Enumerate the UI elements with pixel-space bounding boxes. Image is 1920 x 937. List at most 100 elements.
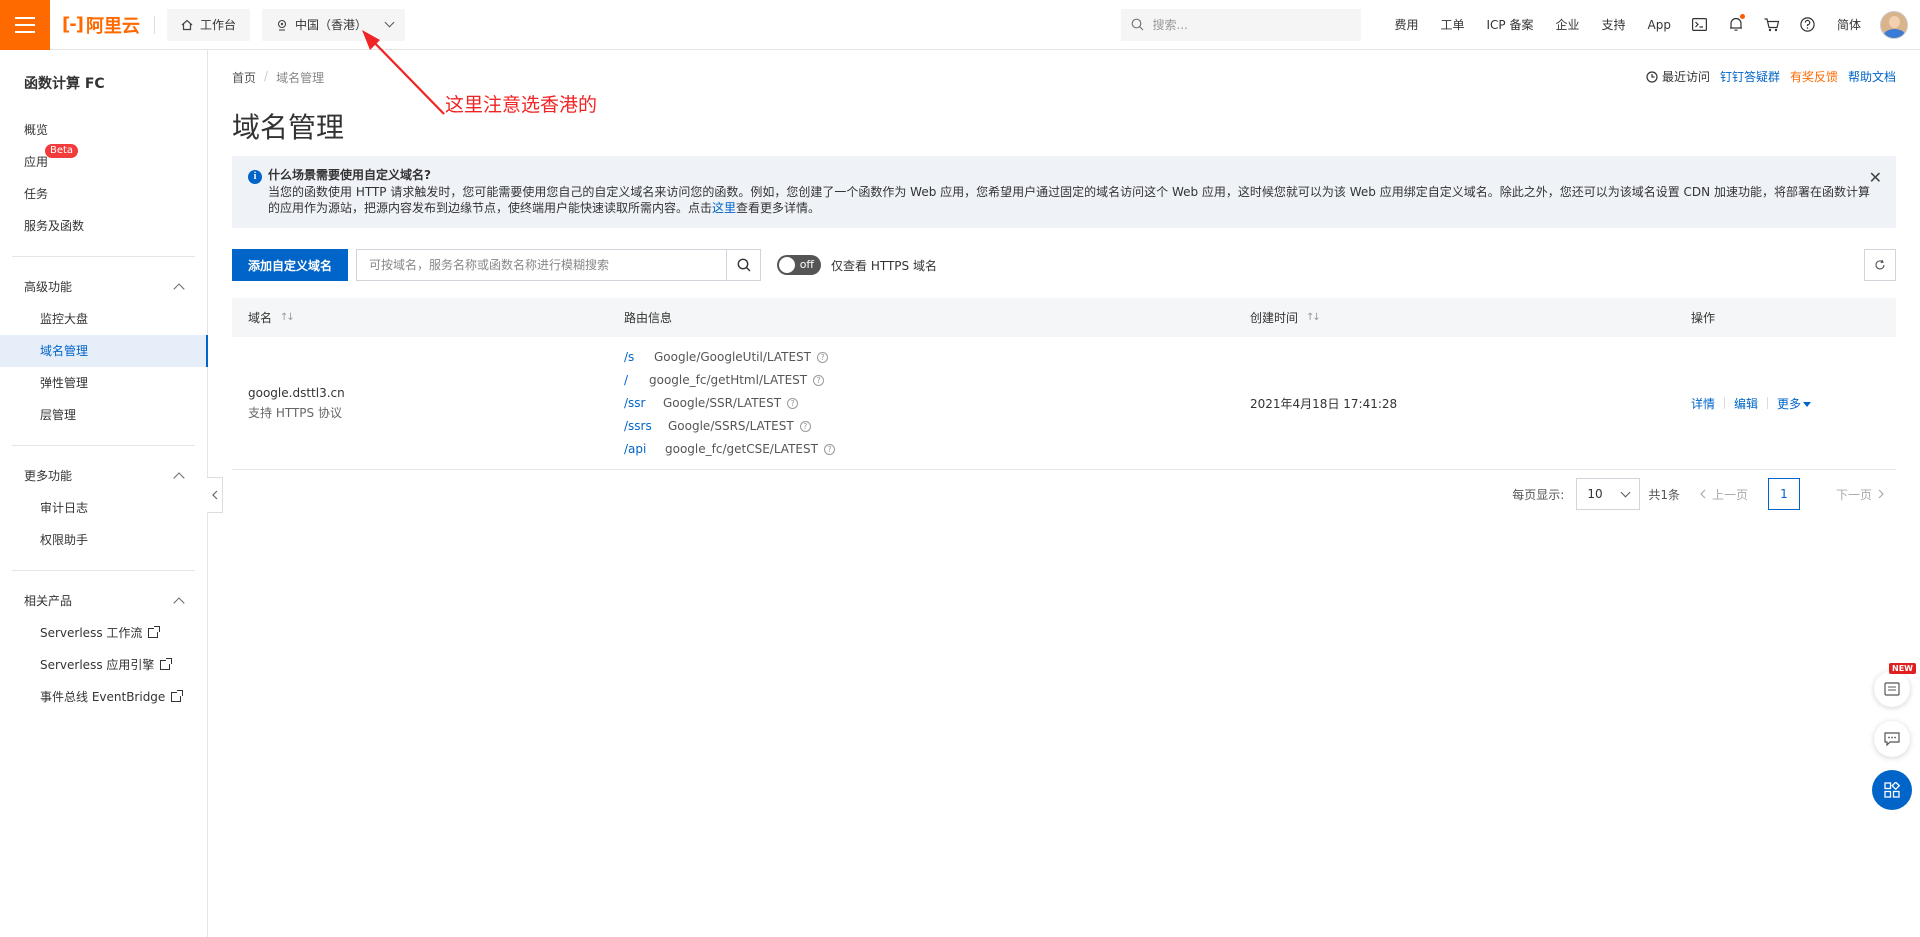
sidebar-group-advanced[interactable]: 高级功能 bbox=[0, 271, 207, 303]
sidebar-item-sae[interactable]: Serverless 应用引擎 bbox=[0, 649, 207, 681]
page-size-select[interactable]: 10 bbox=[1576, 478, 1641, 510]
edit-link[interactable]: 编辑 bbox=[1734, 395, 1758, 412]
global-search-placeholder: 搜索... bbox=[1152, 18, 1188, 32]
annotation-text: 这里注意选香港的 bbox=[445, 94, 598, 116]
route-target: Google/GoogleUtil/LATEST bbox=[654, 349, 811, 364]
divider bbox=[12, 445, 195, 446]
sidebar-item-label: 应用 bbox=[24, 155, 49, 169]
page-1-button[interactable]: 1 bbox=[1767, 478, 1800, 510]
sidebar-group-label: 高级功能 bbox=[24, 280, 73, 294]
route-path[interactable]: /api bbox=[624, 438, 665, 461]
help-icon[interactable] bbox=[1790, 17, 1826, 32]
news-icon bbox=[1884, 682, 1900, 696]
external-link-icon bbox=[148, 626, 161, 638]
workbench-button[interactable]: 工作台 bbox=[166, 8, 250, 41]
news-button[interactable]: NEW bbox=[1874, 663, 1916, 707]
new-badge: NEW bbox=[1889, 663, 1916, 674]
top-link-enterprise[interactable]: 企业 bbox=[1545, 16, 1591, 33]
global-search[interactable]: 搜索... bbox=[1121, 8, 1362, 41]
sidebar-item-layers[interactable]: 层管理 bbox=[0, 399, 207, 431]
sidebar-group-label: 更多功能 bbox=[24, 469, 73, 483]
terminal-icon[interactable] bbox=[1682, 18, 1718, 31]
language-switch[interactable]: 简体 bbox=[1826, 16, 1872, 33]
sidebar-item-permission[interactable]: 权限助手 bbox=[0, 524, 207, 556]
routes-cell: /s Google/GoogleUtil/LATEST ? / google_f… bbox=[608, 346, 1234, 461]
prev-page-button[interactable]: 上一页 bbox=[1700, 486, 1748, 503]
bell-icon[interactable] bbox=[1718, 14, 1754, 32]
chat-icon bbox=[1884, 732, 1900, 746]
route-target: google_fc/getHtml/LATEST bbox=[649, 372, 808, 387]
more-dropdown[interactable]: 更多 bbox=[1777, 395, 1812, 412]
dingtalk-group-link[interactable]: 钉钉答疑群 bbox=[1720, 68, 1780, 85]
top-link-support[interactable]: 支持 bbox=[1591, 16, 1637, 33]
help-icon[interactable]: ? bbox=[799, 420, 811, 432]
column-domain[interactable]: 域名 ↑↓ bbox=[232, 309, 608, 326]
sidebar-item-elastic[interactable]: 弹性管理 bbox=[0, 367, 207, 399]
top-link-icp[interactable]: ICP 备案 bbox=[1476, 16, 1545, 33]
aliyun-logo[interactable]: [-] 阿里云 bbox=[62, 0, 140, 50]
notice-body: 当您的函数使用 HTTP 请求触发时，您可能需要使用您自己的自定义域名来访问您的… bbox=[268, 185, 1870, 215]
avatar[interactable] bbox=[1880, 10, 1908, 39]
sidebar-collapse-button[interactable] bbox=[207, 477, 223, 513]
location-icon bbox=[277, 19, 287, 31]
divider bbox=[12, 570, 195, 571]
search-button[interactable] bbox=[726, 250, 761, 280]
help-icon[interactable]: ? bbox=[823, 443, 835, 455]
sidebar-item-applications[interactable]: 应用 Beta bbox=[0, 144, 207, 178]
top-link-billing[interactable]: 费用 bbox=[1383, 16, 1429, 33]
route-path[interactable]: /ssrs bbox=[624, 415, 668, 438]
close-icon[interactable]: ✕ bbox=[1869, 168, 1882, 187]
apps-button[interactable] bbox=[1872, 770, 1912, 810]
next-page-button[interactable]: 下一页 bbox=[1836, 486, 1884, 503]
top-link-ticket[interactable]: 工单 bbox=[1430, 16, 1476, 33]
sidebar-item-tasks[interactable]: 任务 bbox=[0, 178, 207, 210]
notice-title: 什么场景需要使用自定义域名? bbox=[268, 168, 431, 182]
notification-dot bbox=[1739, 14, 1745, 19]
sidebar-group-more[interactable]: 更多功能 bbox=[0, 460, 207, 492]
sidebar-item-audit[interactable]: 审计日志 bbox=[0, 492, 207, 524]
sidebar-item-domains[interactable]: 域名管理 bbox=[0, 335, 208, 367]
breadcrumb: 首页 / 域名管理 bbox=[232, 69, 325, 86]
refresh-button[interactable] bbox=[1864, 249, 1896, 281]
recent-visits[interactable]: 最近访问 bbox=[1646, 68, 1710, 85]
sidebar-item-eventbridge[interactable]: 事件总线 EventBridge bbox=[0, 681, 207, 713]
sidebar-item-overview[interactable]: 概览 bbox=[0, 114, 207, 146]
sidebar-item-monitoring[interactable]: 监控大盘 bbox=[0, 303, 207, 335]
add-domain-button[interactable]: 添加自定义域名 bbox=[232, 249, 349, 281]
domain-search bbox=[356, 249, 762, 281]
help-icon[interactable]: ? bbox=[816, 351, 828, 363]
feedback-link[interactable]: 有奖反馈 bbox=[1790, 68, 1838, 85]
help-docs-link[interactable]: 帮助文档 bbox=[1848, 68, 1896, 85]
sidebar-item-services[interactable]: 服务及函数 bbox=[0, 210, 207, 242]
https-only-toggle[interactable]: off bbox=[777, 255, 822, 275]
menu-icon[interactable] bbox=[0, 0, 50, 50]
sort-icon[interactable]: ↑↓ bbox=[280, 312, 295, 323]
breadcrumb-home[interactable]: 首页 bbox=[232, 69, 256, 86]
details-link[interactable]: 详情 bbox=[1691, 395, 1715, 412]
divider bbox=[12, 256, 195, 257]
created-cell: 2021年4月18日 17:41:28 bbox=[1250, 396, 1398, 411]
sidebar-item-serverless-workflow[interactable]: Serverless 工作流 bbox=[0, 617, 207, 649]
beta-badge: Beta bbox=[45, 144, 79, 158]
breadcrumb-current: 域名管理 bbox=[276, 71, 325, 85]
cart-icon[interactable] bbox=[1754, 17, 1790, 32]
search-icon bbox=[737, 258, 751, 272]
chevron-up-icon bbox=[173, 472, 185, 484]
column-actions: 操作 bbox=[1691, 311, 1716, 325]
table-row: google.dsttl3.cn 支持 HTTPS 协议 /s Google/G… bbox=[232, 337, 1896, 470]
route-path[interactable]: / bbox=[624, 369, 649, 392]
route-item: /ssr Google/SSR/LATEST ? bbox=[624, 392, 1234, 415]
clock-icon bbox=[1646, 70, 1658, 83]
route-path[interactable]: /ssr bbox=[624, 392, 663, 415]
chat-button[interactable] bbox=[1874, 721, 1910, 757]
column-created[interactable]: 创建时间 ↑↓ bbox=[1234, 309, 1675, 326]
help-icon[interactable]: ? bbox=[813, 374, 825, 386]
help-icon[interactable]: ? bbox=[787, 397, 799, 409]
sort-icon[interactable]: ↑↓ bbox=[1306, 312, 1321, 323]
toolbar: 添加自定义域名 off 仅查看 HTTPS 域名 bbox=[232, 249, 1896, 281]
top-link-app[interactable]: App bbox=[1637, 18, 1682, 32]
notice-more-link[interactable]: 这里 bbox=[712, 201, 736, 215]
domain-search-input[interactable] bbox=[357, 250, 727, 280]
sidebar-group-related[interactable]: 相关产品 bbox=[0, 585, 207, 617]
route-path[interactable]: /s bbox=[624, 346, 654, 369]
